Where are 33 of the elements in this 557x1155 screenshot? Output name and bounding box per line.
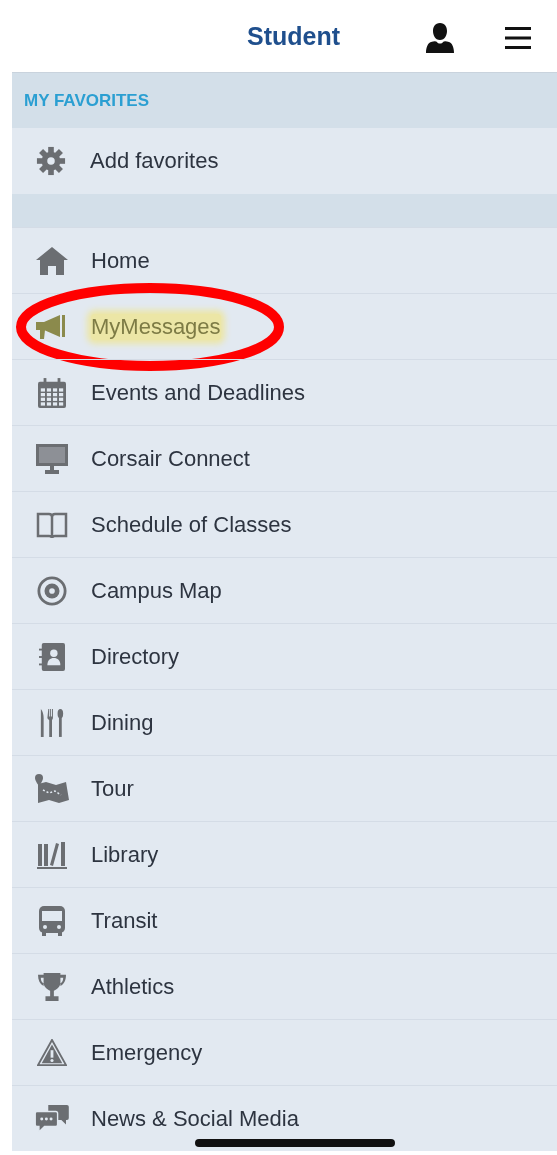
compass-icon [36, 575, 67, 606]
contact-book-icon [38, 642, 65, 671]
menu-item[interactable]: Home [91, 247, 150, 274]
menu-item[interactable]: Directory [91, 643, 179, 670]
warning-icon [36, 1038, 67, 1067]
utensils-icon [38, 707, 65, 738]
calendar-icon [37, 377, 66, 408]
menu-item[interactable]: Athletics [91, 973, 175, 1000]
monitor-icon [35, 443, 68, 474]
bus-icon [38, 905, 65, 936]
menu-item[interactable]: Corsair Connect [91, 445, 250, 472]
menu-item[interactable]: Tour [91, 775, 134, 802]
menu-item[interactable]: Emergency [91, 1039, 203, 1066]
menu-item[interactable]: Campus Map [91, 577, 222, 604]
map-icon [34, 773, 69, 804]
menu-item[interactable]: Add favorites [90, 148, 219, 174]
menu-icon[interactable] [505, 27, 531, 49]
bookshelf-icon [36, 840, 67, 869]
section-title: MY FAVORITES [24, 90, 149, 111]
home-icon [35, 246, 68, 275]
gear-icon [36, 146, 66, 176]
megaphone-icon [35, 313, 68, 340]
chat-bubbles-icon [34, 1104, 69, 1133]
menu-item[interactable]: Library [91, 841, 159, 868]
trophy-icon [37, 971, 66, 1002]
book-icon [35, 511, 68, 538]
menu-item[interactable]: Schedule of Classes [91, 511, 292, 538]
profile-icon[interactable] [426, 23, 454, 53]
menu-item[interactable]: News & Social Media [91, 1105, 299, 1132]
menu-item[interactable]: Transit [91, 907, 158, 934]
menu-item[interactable]: Dining [91, 709, 154, 736]
menu-item[interactable]: Events and Deadlines [91, 379, 306, 406]
page-title: Student [247, 22, 341, 51]
